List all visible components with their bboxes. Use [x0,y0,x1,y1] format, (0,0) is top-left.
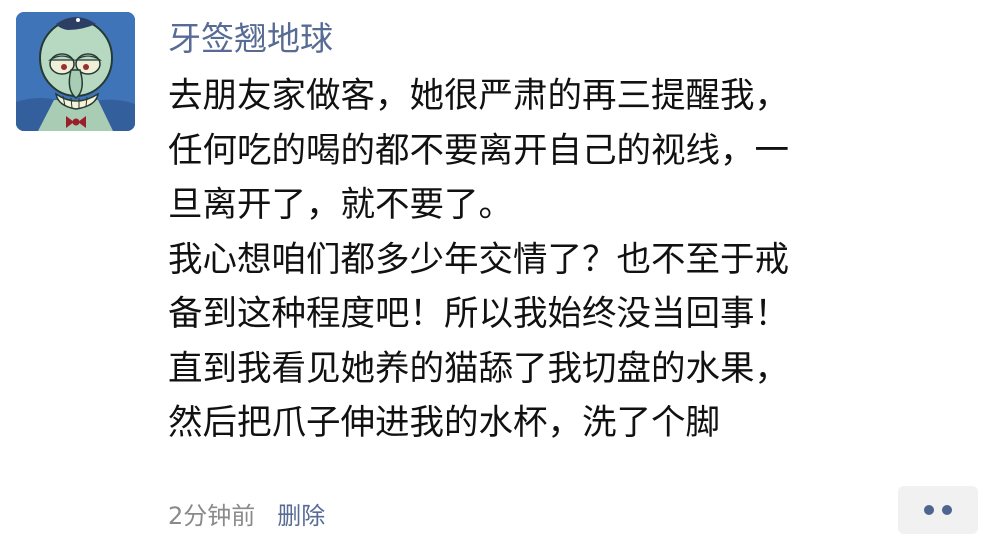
post-text-line: 备到这种程度吧！所以我始终没当回事！ [168,294,789,334]
more-button[interactable] [898,486,978,534]
post-text-line: 我心想咱们都多少年交情了？也不至于戒 [168,239,789,280]
post-text-line: 任何吃的喝的都不要离开自己的视线，一 [168,130,789,171]
avatar[interactable] [16,12,135,131]
more-dots-icon [920,505,956,515]
username[interactable]: 牙签翘地球 [168,17,333,61]
post-text-line: 旦离开了，就不要了。 [168,185,513,225]
comment-meta: 2分钟前 删除 [168,495,325,531]
delete-button[interactable]: 删除 [277,496,325,531]
post-text-line: 然后把爪子伸进我的水杯，洗了个脚 [168,403,720,443]
post-text-line: 去朋友家做客，她很严肃的再三提醒我， [168,76,789,116]
post-text-line: 直到我看见她养的猫舔了我切盘的水果， [168,348,789,389]
post-text: 去朋友家做客，她很严肃的再三提醒我， 任何吃的喝的都不要离开自己的视线，一 旦离… [168,69,968,451]
squidward-avatar-icon [16,12,135,131]
timestamp: 2分钟前 [168,501,256,530]
